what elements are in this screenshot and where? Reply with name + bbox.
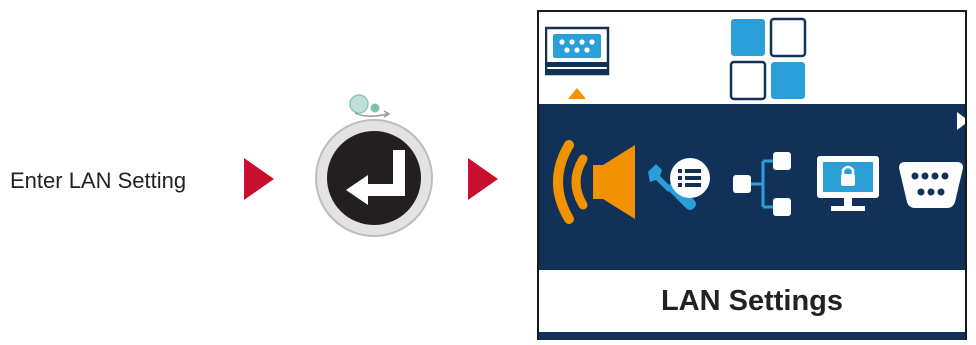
serial-port-icon[interactable] (895, 160, 967, 210)
enter-button[interactable] (315, 90, 435, 240)
arrow-right-icon (468, 158, 498, 200)
tab-strip (539, 12, 965, 104)
lock-monitor-icon[interactable] (815, 154, 881, 216)
scroll-right-icon[interactable] (957, 112, 967, 130)
press-hint-icon (349, 94, 391, 118)
main-menu-grid-icon[interactable] (729, 17, 809, 101)
screen-title: LAN Settings (660, 285, 844, 317)
display-settings-icon[interactable] (545, 22, 615, 102)
bottom-band (539, 332, 965, 340)
title-area: LAN Settings (539, 270, 965, 332)
step-label: Enter LAN Setting (10, 168, 187, 193)
selected-indicator-icon (568, 88, 586, 99)
menu-icon-band (539, 104, 965, 270)
arrow-right-icon (244, 158, 274, 200)
device-screen: LAN Settings (537, 10, 967, 340)
sound-icon[interactable] (545, 137, 637, 227)
network-tree-icon[interactable] (729, 150, 799, 220)
tools-icon[interactable] (642, 152, 714, 216)
